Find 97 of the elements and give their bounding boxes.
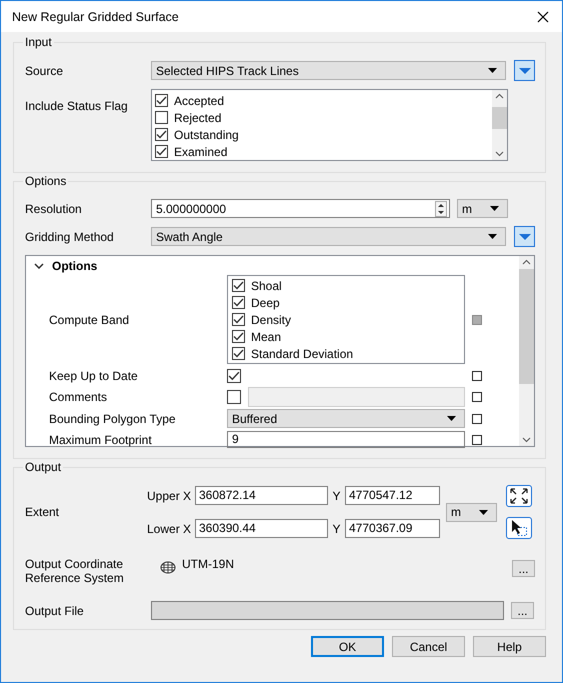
- check-icon: [233, 332, 244, 341]
- property-label: Comments: [48, 390, 108, 404]
- dropdown-button[interactable]: [514, 226, 535, 247]
- field-label: Resolution: [25, 202, 83, 216]
- scroll-down-icon[interactable]: [495, 151, 504, 157]
- caret-icon: [479, 510, 488, 514]
- browse-button[interactable]: ...: [512, 560, 535, 577]
- coordinate-label: Y: [331, 488, 342, 502]
- check-icon: [233, 349, 244, 358]
- field-label: Gridding Method: [25, 230, 115, 244]
- globe-icon: [160, 561, 176, 574]
- dialog-button[interactable]: OK: [311, 636, 384, 657]
- check-icon: [233, 281, 244, 290]
- property-label: Bounding Polygon Type: [48, 412, 177, 426]
- field-label: Output Coordinate Reference System: [25, 557, 125, 585]
- window-title: New Regular Gridded Surface: [12, 10, 179, 24]
- band-item[interactable]: Standard Deviation: [232, 345, 464, 362]
- caret-icon: [518, 68, 531, 74]
- property-label: Maximum Footprint: [48, 432, 153, 446]
- select-area-button[interactable]: [506, 517, 532, 539]
- caret-icon: [488, 68, 498, 73]
- caret-icon: [518, 234, 531, 240]
- coordinate-field[interactable]: 360872.14: [195, 486, 328, 505]
- coordinate-label: Lower X: [147, 522, 192, 536]
- close-icon[interactable]: [537, 10, 549, 22]
- dialog-button[interactable]: Help: [473, 636, 546, 657]
- dropdown-button[interactable]: [514, 60, 535, 81]
- scrollbar[interactable]: [519, 256, 534, 446]
- status-flag-item[interactable]: Examined: [155, 143, 492, 160]
- comment-field[interactable]: [248, 387, 465, 407]
- override-indicator[interactable]: [472, 370, 482, 380]
- expand-button[interactable]: [506, 485, 532, 507]
- caret-icon: [447, 416, 456, 421]
- scroll-up-icon[interactable]: [495, 93, 504, 99]
- override-indicator[interactable]: [472, 392, 482, 402]
- property-label: Compute Band: [48, 312, 130, 326]
- checkbox[interactable]: [232, 279, 245, 292]
- override-indicator[interactable]: [472, 434, 482, 444]
- gridding-method-dropdown[interactable]: Swath Angle: [151, 227, 506, 246]
- scroll-up-icon[interactable]: [522, 259, 531, 265]
- polygon-type-dropdown[interactable]: Buffered: [227, 409, 465, 428]
- output-file-field[interactable]: [151, 601, 504, 620]
- checkbox[interactable]: [155, 94, 168, 107]
- checkbox[interactable]: [155, 111, 168, 124]
- check-icon: [233, 315, 244, 324]
- checkbox[interactable]: [232, 347, 245, 360]
- group-legend: Input: [23, 35, 54, 49]
- field-label: Output File: [25, 604, 85, 618]
- cursor-selection-icon: [509, 519, 529, 537]
- band-item[interactable]: Mean: [232, 328, 464, 345]
- checkbox[interactable]: [232, 296, 245, 309]
- coordinate-field[interactable]: 360390.44: [195, 519, 328, 538]
- property-label: Keep Up to Date: [48, 368, 139, 382]
- field-label: Include Status Flag: [25, 98, 129, 113]
- coordinate-label: Upper X: [147, 488, 192, 502]
- unit-dropdown[interactable]: m: [457, 199, 508, 218]
- source-dropdown[interactable]: Selected HIPS Track Lines: [151, 61, 506, 80]
- chevron-icon[interactable]: [34, 262, 44, 268]
- override-indicator[interactable]: [472, 414, 482, 424]
- check-icon: [156, 96, 167, 105]
- checkbox[interactable]: [155, 145, 168, 158]
- dialog-button[interactable]: Cancel: [392, 636, 465, 657]
- expand-arrows-icon: [509, 487, 529, 505]
- group-legend: Output: [23, 460, 64, 474]
- status-flag-item[interactable]: Accepted: [155, 92, 492, 109]
- browse-button[interactable]: ...: [511, 602, 534, 619]
- crs-value: UTM-19N: [182, 557, 234, 571]
- check-icon: [156, 147, 167, 156]
- unit-dropdown[interactable]: m: [446, 502, 497, 522]
- group-legend: Options: [23, 174, 68, 188]
- caret-icon: [488, 234, 498, 239]
- scrollbar[interactable]: [492, 90, 507, 160]
- band-item[interactable]: Shoal: [232, 277, 464, 294]
- checkbox[interactable]: [232, 330, 245, 343]
- check-icon: [228, 370, 240, 380]
- coordinate-label: Y: [331, 522, 342, 536]
- check-icon: [233, 298, 244, 307]
- caret-icon: [490, 206, 499, 211]
- coordinate-field[interactable]: 4770547.12: [345, 486, 440, 505]
- checkbox[interactable]: [227, 368, 241, 382]
- checkbox[interactable]: [232, 313, 245, 326]
- checkbox[interactable]: [155, 128, 168, 141]
- spin-arrows-icon[interactable]: [435, 200, 447, 216]
- field-label: Extent: [25, 505, 60, 519]
- checkbox[interactable]: [227, 390, 241, 404]
- band-item[interactable]: Density: [232, 311, 464, 328]
- section-header[interactable]: Options: [26, 256, 511, 275]
- coordinate-field[interactable]: 4770367.09: [345, 519, 440, 538]
- status-flag-item[interactable]: Rejected: [155, 109, 492, 126]
- check-icon: [156, 130, 167, 139]
- field-label: Source: [25, 64, 64, 78]
- resolution-spinbox[interactable]: 5.000000000: [151, 199, 450, 218]
- status-flag-item[interactable]: Outstanding: [155, 126, 492, 143]
- footprint-field[interactable]: 9: [227, 431, 465, 448]
- section-title: Options: [52, 258, 98, 272]
- band-item[interactable]: Deep: [232, 294, 464, 311]
- scroll-down-icon[interactable]: [522, 437, 531, 443]
